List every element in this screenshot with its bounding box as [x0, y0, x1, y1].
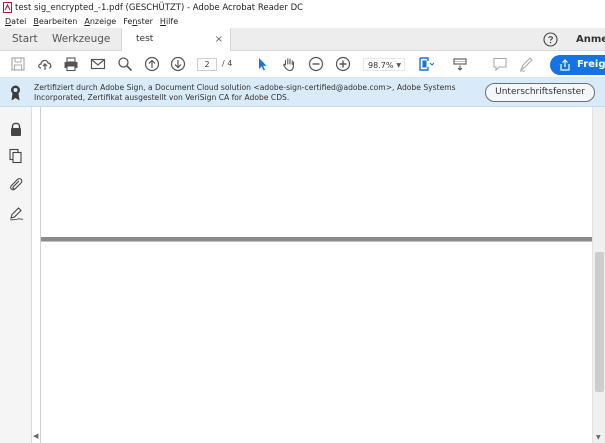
share-icon [560, 59, 570, 71]
page-up-icon[interactable] [144, 56, 160, 72]
share-button[interactable]: Freige [550, 55, 605, 75]
tab-close-icon[interactable]: × [215, 28, 223, 51]
title-bar: test sig_encrypted_-1.pdf (GESCHÜTZT) - … [0, 0, 605, 15]
window-title: test sig_encrypted_-1.pdf (GESCHÜTZT) - … [15, 2, 304, 13]
chevron-down-icon: ▼ [396, 62, 401, 69]
share-label: Freige [577, 59, 605, 70]
pages-icon[interactable] [8, 148, 24, 164]
print-icon[interactable] [63, 56, 79, 72]
acrobat-app-icon [3, 2, 12, 13]
certified-ribbon-icon [11, 85, 20, 101]
tab-start[interactable]: Start [12, 28, 38, 51]
zoom-in-icon[interactable] [335, 56, 351, 72]
scroll-down-arrow-icon[interactable]: ▼ [596, 434, 601, 441]
login-button[interactable]: Anmel [576, 28, 605, 51]
tab-document[interactable]: test sig_encrypted_... × [121, 28, 231, 67]
zoom-out-icon[interactable] [308, 56, 324, 72]
scrollbar-thumb[interactable] [595, 252, 604, 392]
comment-icon[interactable] [492, 56, 508, 72]
scroll-left-arrow-icon[interactable]: ◀ [33, 432, 38, 440]
email-icon[interactable] [90, 56, 106, 72]
tab-bar: Start Werkzeuge test sig_encrypted_... ×… [0, 28, 605, 67]
signature-info-text: Zertifiziert durch Adobe Sign, a Documen… [34, 83, 456, 102]
document-view[interactable] [32, 107, 592, 443]
menu-bearbeiten[interactable]: Bearbeiten [33, 17, 77, 26]
page-separator-shadow [41, 241, 592, 242]
signature-pen-icon[interactable] [8, 205, 24, 221]
signature-panel-button[interactable]: Unterschriftsfenster [485, 83, 595, 102]
select-cursor-icon[interactable] [254, 56, 270, 72]
page-down-icon[interactable] [170, 56, 186, 72]
tab-tools[interactable]: Werkzeuge [52, 28, 110, 51]
zoom-value: 98.7% [368, 61, 394, 70]
page-number-input[interactable]: 2 [197, 58, 217, 71]
menu-datei[interactable]: Datei [5, 17, 26, 26]
lock-icon[interactable] [8, 121, 24, 137]
signature-banner: Zertifiziert durch Adobe Sign, a Documen… [0, 78, 605, 107]
help-circle-icon[interactable] [543, 32, 558, 47]
menu-anzeige[interactable]: Anzeige [84, 17, 116, 26]
menu-fenster[interactable]: Fenster [123, 17, 153, 26]
zoom-select[interactable]: 98.7% ▼ [363, 58, 405, 71]
menu-hilfe[interactable]: Hilfe [160, 17, 178, 26]
scroll-mode-icon[interactable] [452, 56, 468, 72]
cloud-upload-icon[interactable] [37, 56, 53, 72]
vertical-scrollbar[interactable]: ▼ [592, 107, 605, 443]
attachment-icon[interactable] [8, 176, 24, 192]
page-left-edge [40, 107, 41, 443]
save-icon[interactable] [10, 56, 26, 72]
main-toolbar: 2 / 4 98.7% ▼ Freig [0, 51, 605, 78]
highlight-pen-icon[interactable] [518, 56, 534, 72]
left-navigation-panel [0, 107, 32, 443]
acrobat-window: test sig_encrypted_-1.pdf (GESCHÜTZT) - … [0, 0, 605, 443]
page-fit-icon[interactable] [418, 56, 434, 72]
hand-tool-icon[interactable] [281, 56, 297, 72]
menu-bar: Datei Bearbeiten Anzeige Fenster Hilfe [0, 15, 605, 28]
search-icon[interactable] [117, 56, 133, 72]
page-total: / 4 [222, 59, 233, 68]
